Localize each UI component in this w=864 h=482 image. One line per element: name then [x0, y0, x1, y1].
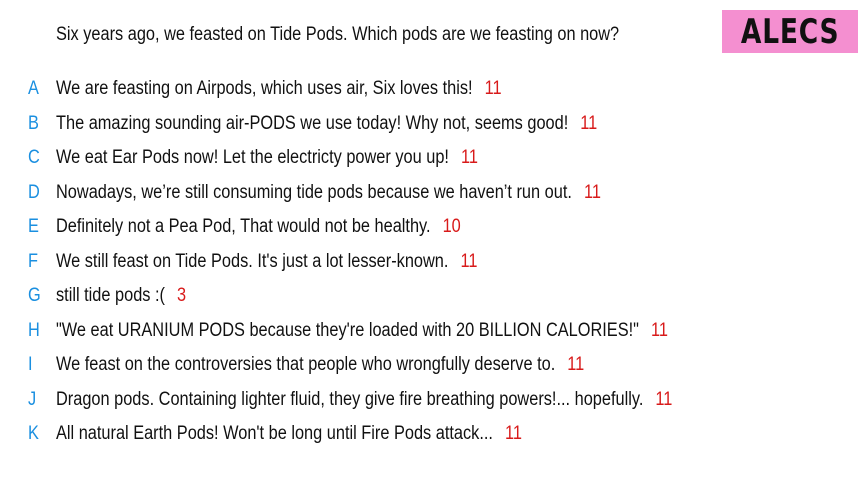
answer-item-d: D Nowadays, we’re still consuming tide p…: [0, 177, 864, 212]
answer-text: We eat Ear Pods now! Let the electricty …: [56, 147, 449, 168]
player-name-badge: ALECS: [722, 10, 858, 53]
answer-text: All natural Earth Pods! Won't be long un…: [56, 423, 493, 444]
answer-score: 11: [655, 388, 673, 410]
answer-item-g: G still tide pods :( 3: [0, 280, 864, 315]
answer-score: 11: [567, 354, 585, 375]
answer-score: 11: [484, 78, 502, 99]
answer-item-h: H "We eat URANIUM PODS because they're l…: [0, 315, 864, 350]
answer-text: We still feast on Tide Pods. It's just a…: [56, 250, 449, 272]
answer-text: We are feasting on Airpods, which uses a…: [56, 78, 473, 99]
player-name: ALECS: [740, 11, 840, 52]
answer-text: Nowadays, we’re still consuming tide pod…: [56, 181, 572, 203]
answer-text: still tide pods :(: [56, 285, 165, 306]
answer-letter: H: [28, 319, 40, 341]
answer-item-i: I We feast on the controversies that peo…: [0, 349, 864, 384]
answer-text: Definitely not a Pea Pod, That would not…: [56, 216, 431, 237]
answer-letter: I: [28, 354, 33, 375]
answer-score: 11: [505, 423, 522, 444]
answer-score: 11: [580, 112, 598, 134]
answer-text: "We eat URANIUM PODS because they're loa…: [56, 319, 639, 341]
answer-text: The amazing sounding air-PODS we use tod…: [56, 112, 569, 134]
answer-letter: B: [28, 112, 39, 134]
answer-letter: A: [28, 78, 39, 99]
answer-text: Dragon pods. Containing lighter fluid, t…: [56, 388, 644, 410]
answer-letter: E: [28, 216, 39, 237]
answer-letter: J: [28, 388, 37, 410]
answer-score: 11: [460, 250, 478, 272]
answer-score: 11: [461, 147, 478, 168]
answer-letter: G: [28, 285, 41, 306]
answer-score: 11: [583, 181, 601, 203]
answer-item-c: C We eat Ear Pods now! Let the electrict…: [0, 142, 864, 177]
answer-score: 3: [177, 285, 187, 306]
answer-score: 11: [650, 319, 668, 341]
answer-letter: F: [28, 250, 38, 272]
answer-item-e: E Definitely not a Pea Pod, That would n…: [0, 211, 864, 246]
answer-list: A We are feasting on Airpods, which uses…: [0, 73, 864, 453]
answer-item-j: J Dragon pods. Containing lighter fluid,…: [0, 384, 864, 419]
question-text: Six years ago, we feasted on Tide Pods. …: [56, 24, 620, 45]
answer-letter: D: [28, 181, 40, 203]
answer-item-a: A We are feasting on Airpods, which uses…: [0, 73, 864, 108]
answer-letter: K: [28, 423, 39, 444]
answer-item-b: B The amazing sounding air-PODS we use t…: [0, 108, 864, 143]
answer-item-f: F We still feast on Tide Pods. It's just…: [0, 246, 864, 281]
answer-letter: C: [28, 147, 40, 168]
answer-score: 10: [442, 216, 461, 237]
answer-text: We feast on the controversies that peopl…: [56, 354, 556, 375]
answer-item-k: K All natural Earth Pods! Won't be long …: [0, 418, 864, 453]
